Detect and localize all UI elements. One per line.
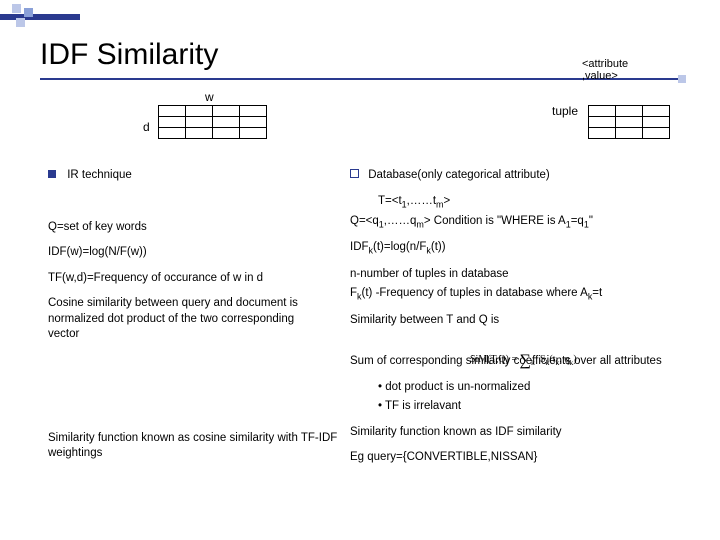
label-attribute-value: <attribute ,value>	[582, 58, 628, 82]
text-example-query: Eg query={CONVERTIBLE,NISSAN}	[350, 450, 690, 466]
bullet-ir-technique: IR technique	[48, 168, 338, 184]
grid-wd	[158, 105, 267, 139]
slide-corner-decoration	[0, 2, 80, 24]
formula-lhs: SiM(T,Q) =	[470, 354, 520, 365]
text-idf-k: IDFk(t)=log(n/Fk(t))	[350, 240, 690, 256]
similarity-formula: SiM(T,Q) = ∑k Sk(tk, qk)	[470, 352, 577, 370]
text-q-set: Q=set of key words	[48, 220, 338, 236]
label-d: d	[143, 120, 150, 134]
text-fk-def: Fk(t) -Frequency of tuples in database w…	[350, 286, 690, 302]
slide-title: IDF Similarity	[40, 38, 218, 72]
bullet-database-categorical: Database(only categorical attribute)	[350, 168, 690, 184]
label-w: w	[205, 90, 214, 104]
slide: IDF Similarity w d <attribute ,value> tu…	[0, 0, 720, 540]
text-t-def: T=<t1,……tm>	[350, 194, 690, 210]
text-similarity-tq: Similarity between T and Q is	[350, 313, 690, 329]
label-tuple: tuple	[552, 104, 578, 118]
text-similarity-function-tfidf-inner: Similarity function known as cosine simi…	[48, 432, 337, 460]
grid-tuple	[588, 105, 670, 139]
text-n-def: n-number of tuples in database	[350, 267, 690, 283]
text-database-categorical: Database(only categorical attribute)	[368, 169, 550, 181]
bullet-dot-unnormalized: dot product is un-normalized	[350, 380, 690, 396]
text-tf-irrelevant: TF is irrelavant	[385, 400, 461, 412]
text-similarity-function-idf: Similarity function known as IDF similar…	[350, 425, 690, 441]
text-ir-technique: IR technique	[67, 169, 132, 181]
sigma-icon: ∑	[520, 352, 531, 369]
left-column: IR technique Q=set of key words IDF(w)=l…	[48, 168, 338, 472]
square-outline-bullet-icon	[350, 169, 359, 178]
square-bullet-icon	[48, 170, 56, 178]
text-tf: TF(w,d)=Frequency of occurance of w in d	[48, 271, 338, 287]
text-q-def: Q=<q1,……qm> Condition is "WHERE is A1=q1…	[350, 214, 690, 230]
right-column: Database(only categorical attribute) T=<…	[350, 168, 690, 476]
text-idf-w: IDF(w)=log(N/F(w))	[48, 245, 338, 261]
text-cosine-similarity: Cosine similarity between query and docu…	[48, 296, 298, 343]
text-dot-unnormalized: dot product is un-normalized	[385, 381, 530, 393]
text-similarity-function-tfidf: Similarity function known as cosine simi…	[48, 431, 338, 462]
bullet-tf-irrelevant: TF is irrelavant	[350, 399, 690, 415]
formula-sum-index: k	[531, 358, 535, 367]
